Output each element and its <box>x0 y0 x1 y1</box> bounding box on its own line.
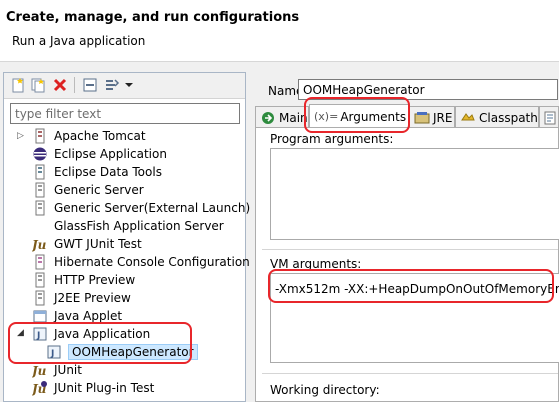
classpath-icon <box>460 110 476 126</box>
program-arguments-field[interactable] <box>270 148 559 240</box>
main-tab-icon <box>260 110 276 126</box>
highlight-vm-arguments <box>268 269 554 303</box>
tree-item-label: J2EE Preview <box>54 291 131 305</box>
view-menu-icon[interactable] <box>124 77 134 93</box>
arguments-panel: Program arguments: VM arguments: -Xmx512… <box>255 127 559 402</box>
tab-main[interactable]: Main <box>255 106 309 128</box>
tree-item-apache-tomcat[interactable]: ▷ Apache Tomcat <box>17 127 146 145</box>
svg-text:Ju: Ju <box>32 364 47 378</box>
tree-item-junit-plugin[interactable]: Ju JUnit Plug-in Test <box>30 379 155 397</box>
tree-item-generic-server[interactable]: Generic Server <box>32 181 144 199</box>
tab-label: JRE <box>433 110 453 125</box>
tree-item-label: HTTP Preview <box>54 273 136 287</box>
tab-more[interactable] <box>539 106 559 128</box>
tree-item-generic-server-external[interactable]: Generic Server(External Launch) <box>32 199 250 217</box>
tree-item-label: JUnit <box>54 363 82 377</box>
server-icon <box>32 272 48 288</box>
tree-item-label: Apache Tomcat <box>54 129 146 143</box>
highlight-java-application <box>8 322 192 364</box>
junit-icon: Ju <box>30 362 48 378</box>
new-config-icon[interactable] <box>10 77 26 93</box>
tab-classpath[interactable]: Classpath <box>455 106 539 128</box>
working-directory-label: Working directory: <box>270 383 380 397</box>
hibernate-icon <box>32 254 48 270</box>
server-icon <box>32 290 48 306</box>
tree-item-label: Eclipse Application <box>54 147 167 161</box>
delete-icon[interactable] <box>52 77 68 93</box>
tree-item-eclipse-application[interactable]: Eclipse Application <box>32 145 167 163</box>
junit-plugin-icon: Ju <box>30 380 48 396</box>
junit-icon: Ju <box>30 236 48 252</box>
tree-item-hibernate[interactable]: Hibernate Console Configuration <box>32 253 250 271</box>
server-icon <box>32 200 48 216</box>
tree-item-label: Java Applet <box>54 309 123 323</box>
source-tab-icon <box>542 110 558 126</box>
dialog-subtitle: Run a Java application <box>12 34 146 48</box>
tree-item-http-preview[interactable]: HTTP Preview <box>32 271 135 289</box>
tree-item-gwt-junit[interactable]: Ju GWT JUnit Test <box>30 235 142 253</box>
jre-icon <box>414 110 430 126</box>
tree-toolbar <box>4 73 245 99</box>
tree-item-label: JUnit Plug-in Test <box>54 381 155 395</box>
tree-item-label: Hibernate Console Configuration <box>54 255 250 269</box>
data-tools-icon <box>32 164 48 180</box>
tree-item-glassfish[interactable]: GlassFish Application Server <box>32 217 224 235</box>
tree-item-eclipse-data-tools[interactable]: Eclipse Data Tools <box>32 163 162 181</box>
tree-item-j2ee-preview[interactable]: J2EE Preview <box>32 289 131 307</box>
collapse-all-icon[interactable] <box>82 77 98 93</box>
dialog-title: Create, manage, and run configurations <box>6 10 300 25</box>
toolbar-separator <box>74 77 75 93</box>
tab-jre[interactable]: JRE <box>409 106 455 128</box>
filter-icon[interactable] <box>104 77 120 93</box>
server-icon <box>32 182 48 198</box>
tree-item-label: Generic Server <box>54 183 144 197</box>
expand-arrow-icon[interactable]: ▷ <box>17 131 24 141</box>
divider <box>262 373 558 374</box>
program-arguments-label: Program arguments: <box>270 132 394 146</box>
tab-label: Classpath <box>479 110 538 125</box>
divider <box>262 249 558 250</box>
tree-item-label: GWT JUnit Test <box>54 237 142 251</box>
tree-item-label: Eclipse Data Tools <box>54 165 162 179</box>
glassfish-icon <box>32 218 48 234</box>
tree-item-label: GlassFish Application Server <box>54 219 224 233</box>
filter-input[interactable] <box>10 103 240 124</box>
svg-text:Ju: Ju <box>32 238 47 252</box>
tomcat-icon <box>32 128 48 144</box>
highlight-arguments-tab <box>304 97 410 133</box>
duplicate-icon[interactable] <box>30 77 46 93</box>
dialog-header: Create, manage, and run configurations R… <box>0 0 559 62</box>
eclipse-icon <box>32 146 48 162</box>
tree-item-label: Generic Server(External Launch) <box>54 201 251 215</box>
